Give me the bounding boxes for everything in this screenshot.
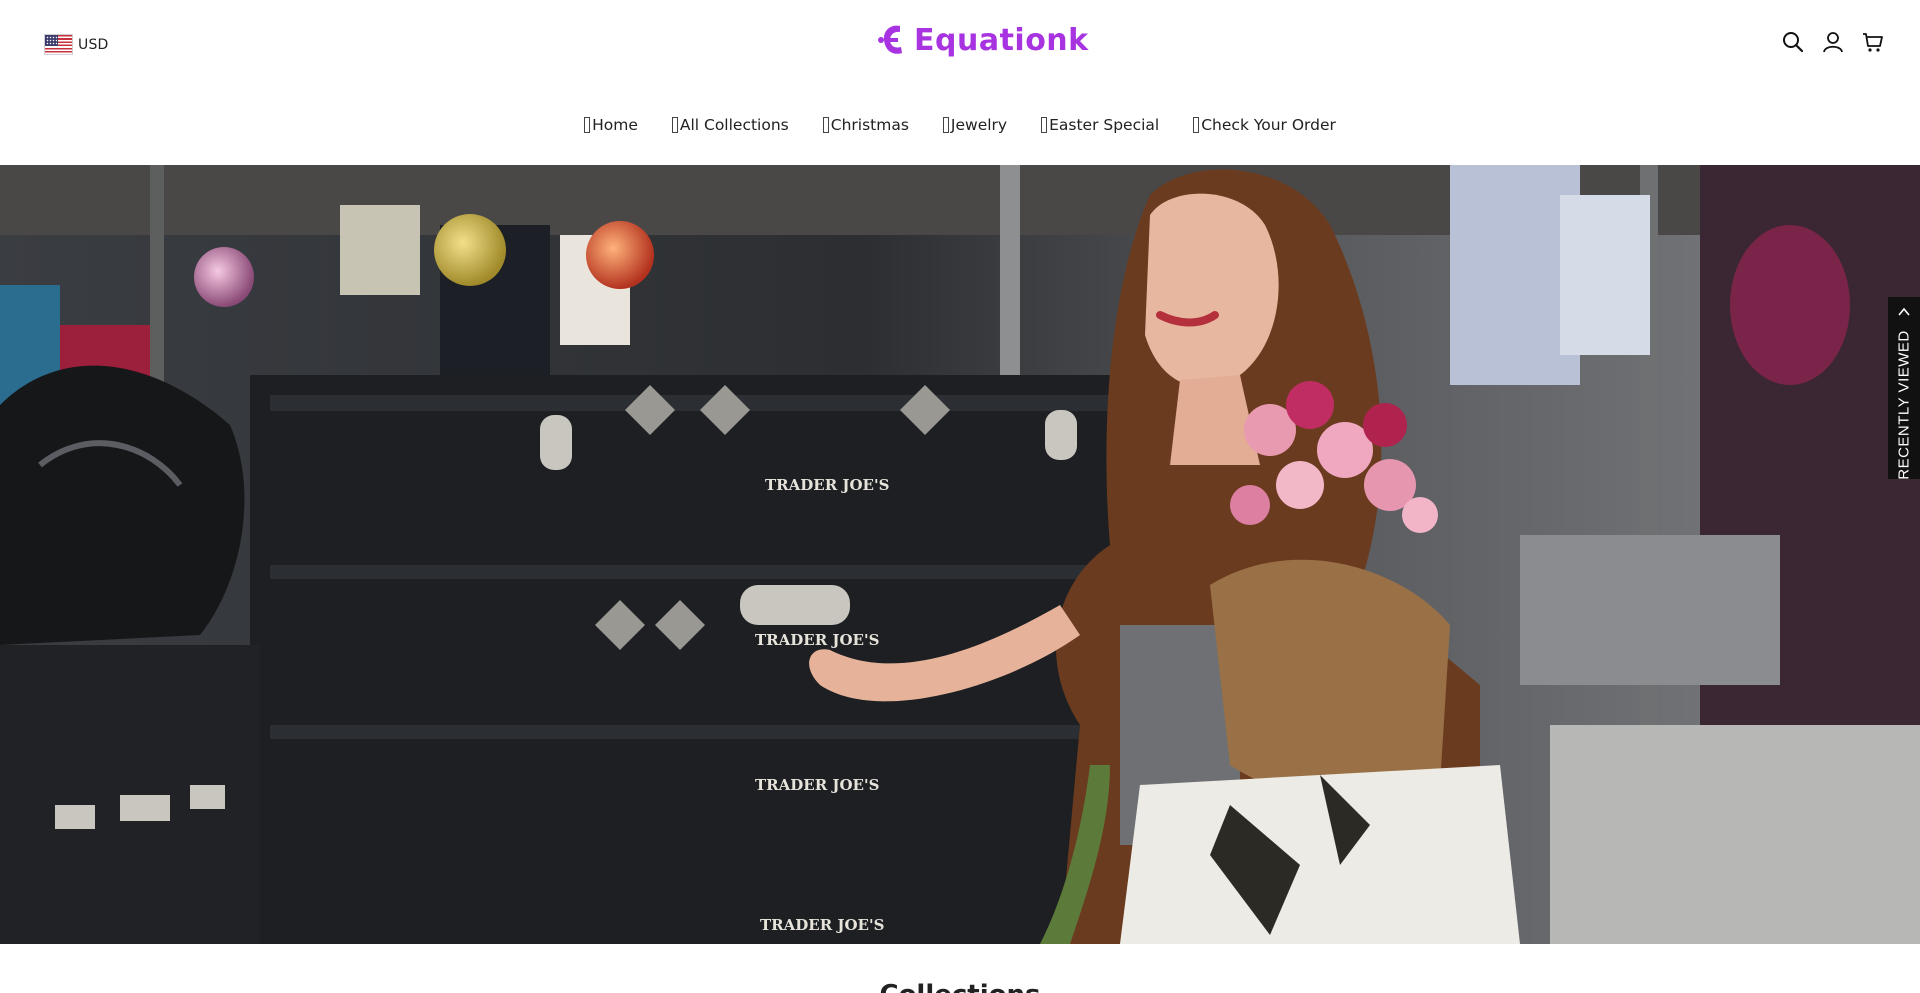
hero-banner[interactable]: TRADER JOE'S TRADER JOE'S TRADER JOE'S T… xyxy=(0,165,1920,944)
currency-code: USD xyxy=(78,36,109,53)
nav-glyph-icon xyxy=(942,117,949,133)
nav-glyph-icon xyxy=(584,117,591,133)
nav-glyph-icon xyxy=(1041,117,1048,133)
nav-item-label: Check Your Order xyxy=(1201,116,1336,134)
nav-item-label: Easter Special xyxy=(1049,116,1160,134)
logo-text: Equationk xyxy=(914,22,1089,58)
site-logo[interactable]: Equationk xyxy=(876,20,1089,60)
nav-item-easter-special[interactable]: Easter Special xyxy=(1041,116,1159,134)
logo-mark-icon xyxy=(878,25,902,54)
main-navigation: Home All Collections Christmas Jewelry E… xyxy=(0,116,1920,134)
chevron-up-icon xyxy=(1898,307,1910,316)
nav-item-label: Home xyxy=(592,116,638,134)
nav-item-check-your-order[interactable]: Check Your Order xyxy=(1193,116,1336,134)
site-header: USD Equationk Home All Collections Chris… xyxy=(0,0,1920,165)
currency-selector[interactable]: USD xyxy=(44,34,109,55)
nav-item-all-collections[interactable]: All Collections xyxy=(671,116,789,134)
section-title: Collections xyxy=(0,980,1920,993)
crate-label: TRADER JOE'S xyxy=(760,916,884,934)
nav-item-label: Christmas xyxy=(830,116,909,134)
us-flag-icon xyxy=(44,34,73,55)
recently-viewed-tab[interactable]: RECENTLY VIEWED xyxy=(1888,297,1920,480)
nav-item-label: Jewelry xyxy=(950,116,1008,134)
nav-item-label: All Collections xyxy=(679,116,789,134)
hero-photo: TRADER JOE'S TRADER JOE'S TRADER JOE'S T… xyxy=(0,165,1920,944)
search-icon[interactable] xyxy=(1782,30,1804,54)
nav-glyph-icon xyxy=(822,117,829,133)
nav-glyph-icon xyxy=(1193,117,1200,133)
crate-label: TRADER JOE'S xyxy=(755,631,879,649)
cart-icon[interactable] xyxy=(1862,30,1884,54)
header-actions xyxy=(1782,30,1884,54)
account-icon[interactable] xyxy=(1822,30,1844,54)
nav-glyph-icon xyxy=(671,117,678,133)
crate-label: TRADER JOE'S xyxy=(755,776,879,794)
recently-viewed-label: RECENTLY VIEWED xyxy=(1895,330,1913,480)
crate-label: TRADER JOE'S xyxy=(765,476,889,494)
nav-item-jewelry[interactable]: Jewelry xyxy=(942,116,1008,134)
nav-item-christmas[interactable]: Christmas xyxy=(822,116,909,134)
nav-item-home[interactable]: Home xyxy=(584,116,638,134)
